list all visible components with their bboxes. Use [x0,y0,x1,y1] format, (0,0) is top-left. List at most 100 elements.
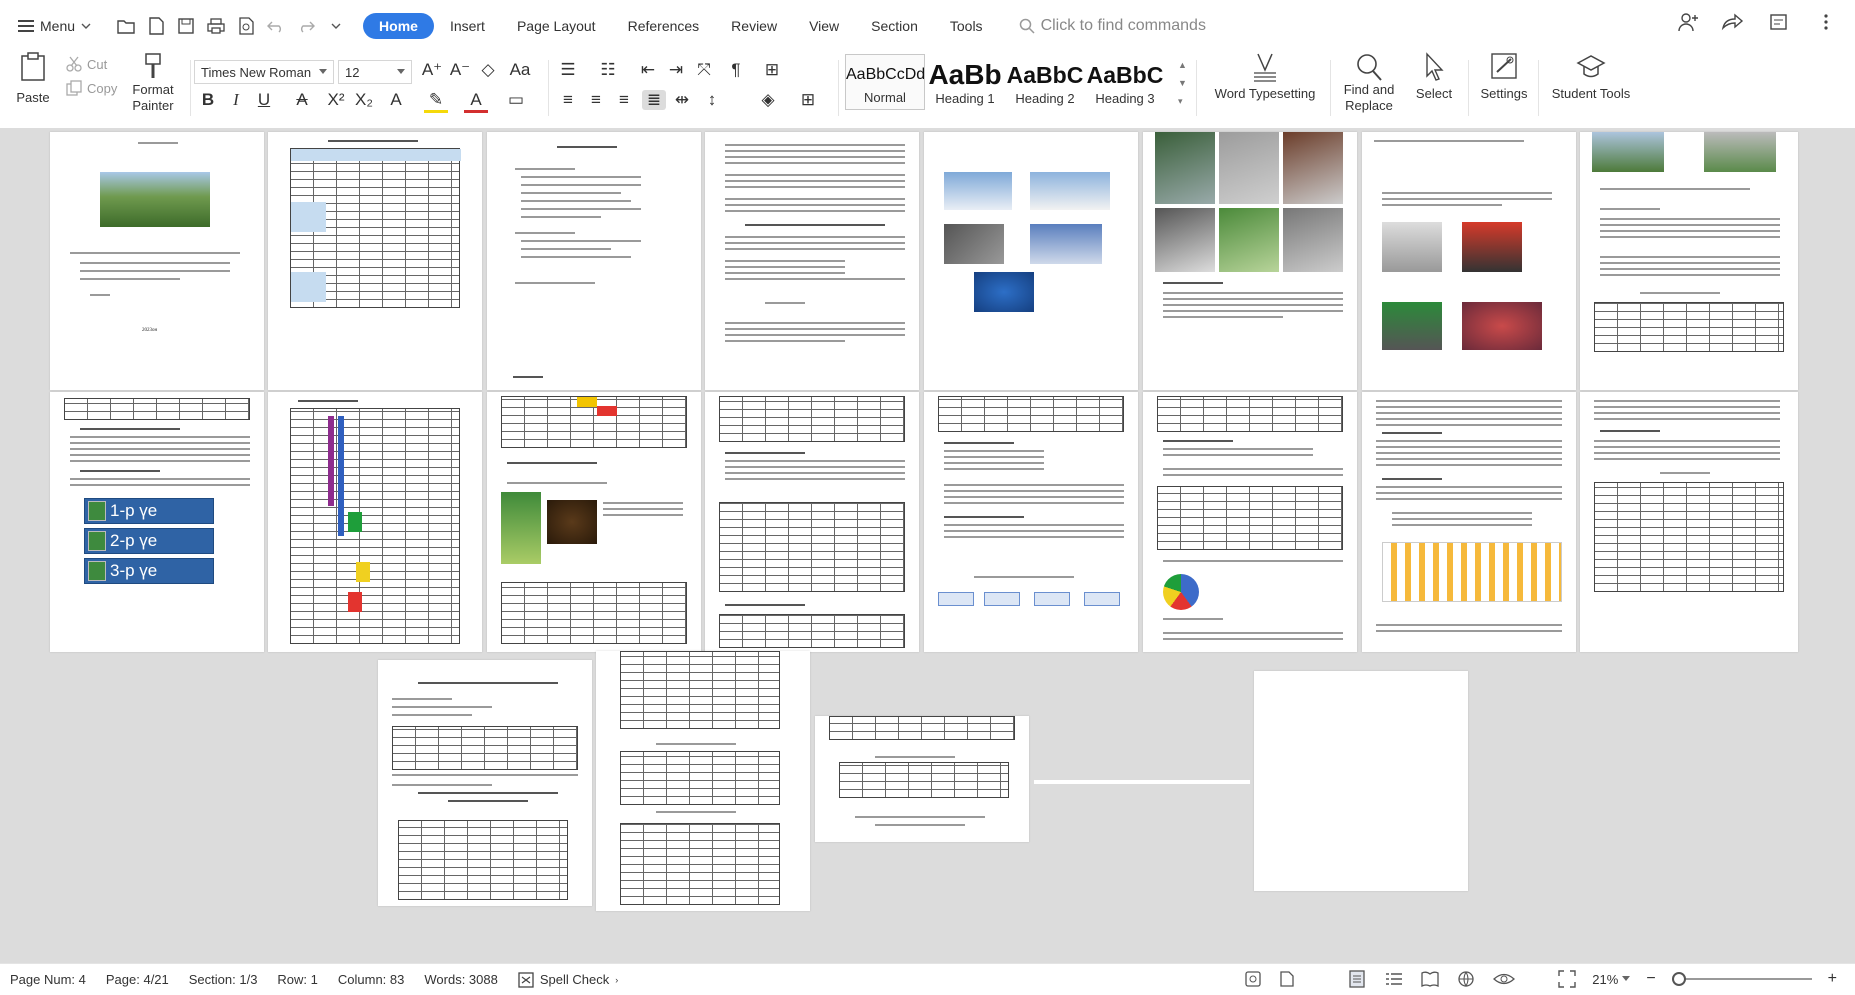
table-settings-icon[interactable]: ⊞ [760,60,784,80]
bullet-list-icon[interactable]: ☰ [556,60,580,80]
zoom-select[interactable]: 21% [1592,972,1631,987]
page-thumbnail[interactable] [1143,392,1357,652]
page-thumbnail[interactable] [596,651,810,911]
section-status[interactable]: Section: 1/3 [189,972,258,987]
page-thumbnail[interactable] [705,132,919,390]
open-folder-icon[interactable] [113,13,139,39]
character-border-icon[interactable]: ▭ [504,90,528,110]
bold-icon[interactable]: B [196,90,220,110]
select-button[interactable]: Select [1406,52,1462,102]
font-name-select[interactable]: Times New Roman [194,60,334,84]
protect-icon[interactable] [1244,970,1262,988]
increase-font-icon[interactable]: A⁺ [420,60,444,80]
page-thumbnail[interactable] [487,392,701,652]
text-effect-icon[interactable]: A [384,90,408,110]
page-num-status[interactable]: Page Num: 4 [10,972,86,987]
export-icon[interactable] [1278,970,1296,988]
outline-view-icon[interactable] [1384,970,1404,988]
zoom-slider-knob[interactable] [1671,972,1686,986]
cut-button[interactable]: Cut [66,56,107,72]
tab-tools[interactable]: Tools [934,13,999,39]
tab-references[interactable]: References [612,13,716,39]
page-thumbnail[interactable] [268,132,482,390]
page-thumbnail[interactable] [705,392,919,652]
page-thumbnail[interactable] [487,132,701,390]
page-thumbnail[interactable] [1362,132,1576,390]
redo-icon[interactable] [293,13,319,39]
strikethrough-icon[interactable]: A [290,90,314,110]
eye-protection-icon[interactable] [1492,970,1516,988]
increase-indent-icon[interactable]: ⇥ [664,60,688,80]
tab-insert[interactable]: Insert [434,13,501,39]
page-thumbnail[interactable] [1580,392,1798,652]
page-thumbnail[interactable] [924,392,1138,652]
zoom-in-icon[interactable]: + [1828,970,1837,988]
align-left-icon[interactable]: ≡ [556,90,580,110]
page-status[interactable]: Page: 4/21 [106,972,169,987]
pilcrow-icon[interactable]: ¶ [724,60,748,80]
tab-home[interactable]: Home [363,13,434,39]
highlight-icon[interactable]: ✎ [424,90,448,113]
page-view-icon[interactable] [1348,970,1368,988]
page-thumbnail[interactable] [1254,671,1468,891]
tab-page-layout[interactable]: Page Layout [501,13,612,39]
format-painter-button[interactable]: Format Painter [126,52,180,114]
tab-section[interactable]: Section [855,13,934,39]
distributed-icon[interactable]: ⇹ [670,90,694,110]
fit-page-icon[interactable] [1558,970,1576,988]
justify-icon[interactable]: ≣ [642,90,666,110]
style-heading-2[interactable]: AaBbC Heading 2 [1005,54,1085,110]
settings-button[interactable]: Settings [1474,52,1534,102]
menu-button[interactable]: Menu [0,10,103,42]
word-typesetting-button[interactable]: Word Typesetting [1206,52,1324,102]
undo-icon[interactable] [263,13,289,39]
reading-mode-icon[interactable] [1420,970,1440,988]
word-count-status[interactable]: Words: 3088 [424,972,497,987]
save-icon[interactable] [173,13,199,39]
decrease-indent-icon[interactable]: ⇤ [636,60,660,80]
text-direction-icon[interactable]: ⤧ [692,60,716,80]
tab-view[interactable]: View [793,13,855,39]
zoom-slider[interactable] [1671,972,1812,986]
page-thumbnail[interactable]: 1-р үе 2-р үе 3-р үе [50,392,264,652]
style-normal[interactable]: AaBbCcDd Normal [845,54,925,110]
decrease-font-icon[interactable]: A⁻ [448,60,472,80]
spell-check-button[interactable]: Spell Check › [518,971,618,988]
add-user-icon[interactable] [1677,12,1699,32]
align-center-icon[interactable]: ≡ [584,90,608,110]
font-color-icon[interactable]: A [464,90,488,113]
web-layout-icon[interactable] [1456,970,1476,988]
paste-button[interactable]: Paste [10,52,56,106]
find-replace-button[interactable]: Find and Replace [1336,52,1402,114]
page-thumbnail[interactable] [924,132,1138,390]
copy-button[interactable]: Copy [66,80,117,96]
page-thumbnail[interactable] [378,660,592,906]
superscript-icon[interactable]: X² [324,90,348,110]
student-tools-button[interactable]: Student Tools [1544,52,1638,102]
page-thumbnail[interactable] [1143,132,1357,390]
page-thumbnail[interactable]: 2023он [50,132,264,390]
borders-icon[interactable]: ⊞ [796,90,820,110]
page-thumbnail[interactable] [1362,392,1576,652]
command-search[interactable]: Click to find commands [1019,17,1206,35]
print-icon[interactable] [203,13,229,39]
document-workspace[interactable]: 2023он 1-р үе 2-р үе 3-р үе [0,128,1855,963]
clear-format-icon[interactable]: ◇ [476,60,500,80]
page-thumbnail[interactable] [815,716,1029,842]
subscript-icon[interactable]: X₂ [352,90,376,110]
page-thumbnail[interactable] [268,392,482,652]
font-size-select[interactable]: 12 [338,60,412,84]
style-heading-3[interactable]: AaBbC Heading 3 [1085,54,1165,110]
print-preview-icon[interactable] [233,13,259,39]
line-spacing-icon[interactable]: ↕ [700,90,724,110]
tab-review[interactable]: Review [715,13,793,39]
shading-icon[interactable]: ◈ [756,90,780,110]
italic-icon[interactable]: I [224,90,248,110]
numbered-list-icon[interactable]: ☷ [596,60,620,80]
underline-icon[interactable]: U [252,90,276,110]
style-heading-1[interactable]: AaBb Heading 1 [925,54,1005,110]
customize-chevron-icon[interactable] [323,13,349,39]
page-thumbnail[interactable] [1580,132,1798,390]
export-pdf-icon[interactable] [143,13,169,39]
change-case-icon[interactable]: Aa [508,60,532,80]
